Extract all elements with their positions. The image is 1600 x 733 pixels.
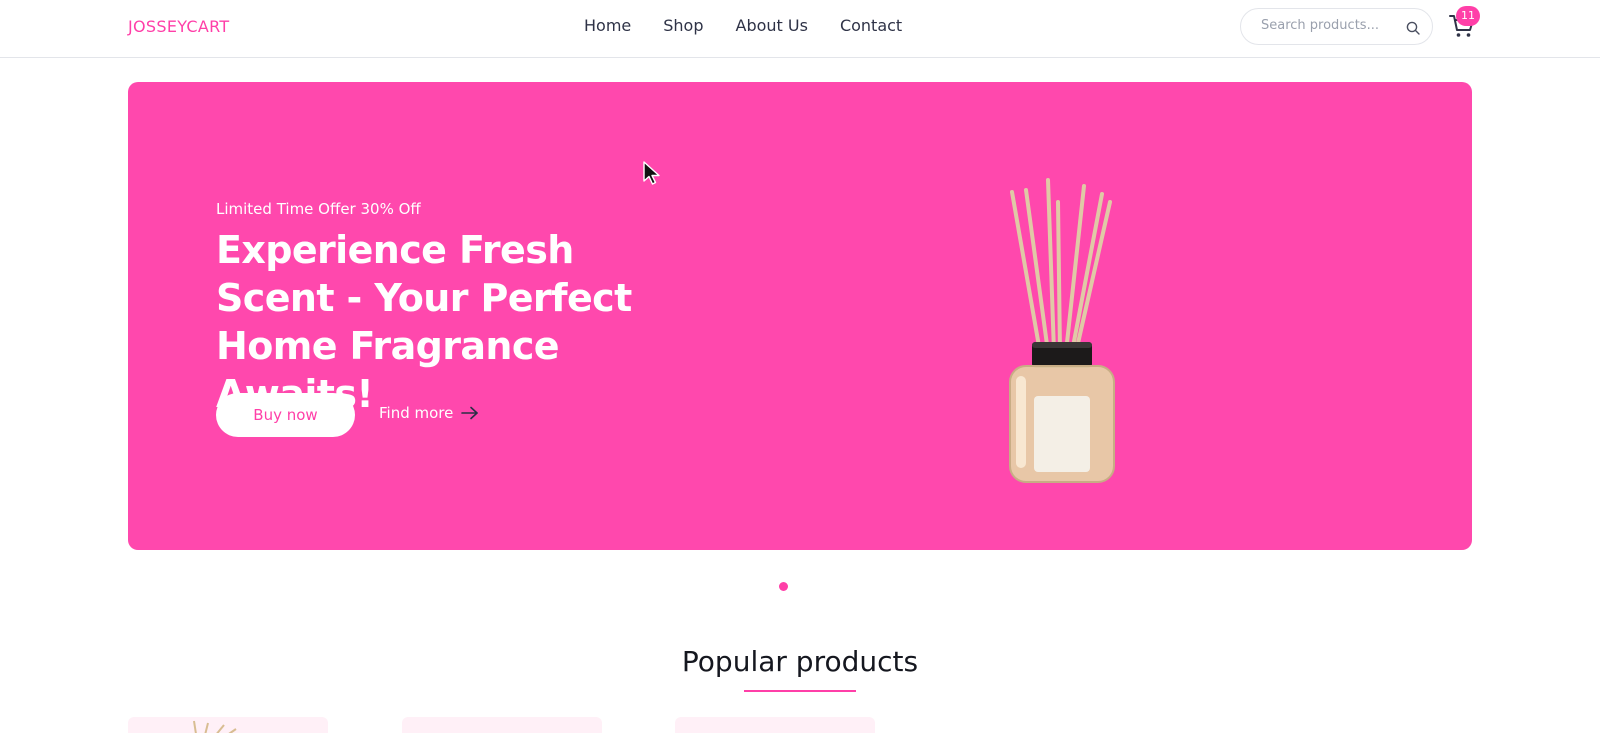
section-title: Popular products: [681, 645, 919, 678]
nav-home[interactable]: Home: [584, 16, 631, 35]
arrow-right-icon: [461, 406, 479, 420]
find-more-label: Find more: [379, 404, 454, 422]
buy-now-button[interactable]: Buy now: [216, 393, 355, 437]
product-card[interactable]: [675, 717, 875, 733]
carousel-dot[interactable]: [779, 582, 788, 591]
search-input[interactable]: [1261, 18, 1401, 33]
hero-title: Experience Fresh Scent - Your Perfect Ho…: [216, 228, 632, 416]
product-thumbnail: [193, 720, 237, 733]
nav-about-us[interactable]: About Us: [736, 16, 808, 35]
product-card[interactable]: [402, 717, 602, 733]
find-more-link[interactable]: Find more: [379, 404, 479, 422]
mouse-cursor: [643, 161, 660, 185]
section-underline: [744, 690, 856, 692]
main-nav: Home Shop About Us Contact: [584, 16, 934, 35]
nav-shop[interactable]: Shop: [663, 16, 703, 35]
cart-count-badge: 11: [1456, 6, 1480, 26]
site-logo[interactable]: JOSSEYCART: [128, 17, 229, 36]
hero-tagline: Limited Time Offer 30% Off: [216, 200, 421, 218]
hero-banner: Limited Time Offer 30% Off Experience Fr…: [128, 82, 1472, 550]
site-header: JOSSEYCART Home Shop About Us Contact 11: [0, 0, 1600, 58]
product-card[interactable]: [128, 717, 328, 733]
search-icon[interactable]: [1405, 20, 1421, 36]
search-box: [1240, 8, 1433, 45]
nav-contact[interactable]: Contact: [840, 16, 902, 35]
reed-diffuser-image: [1009, 178, 1115, 483]
